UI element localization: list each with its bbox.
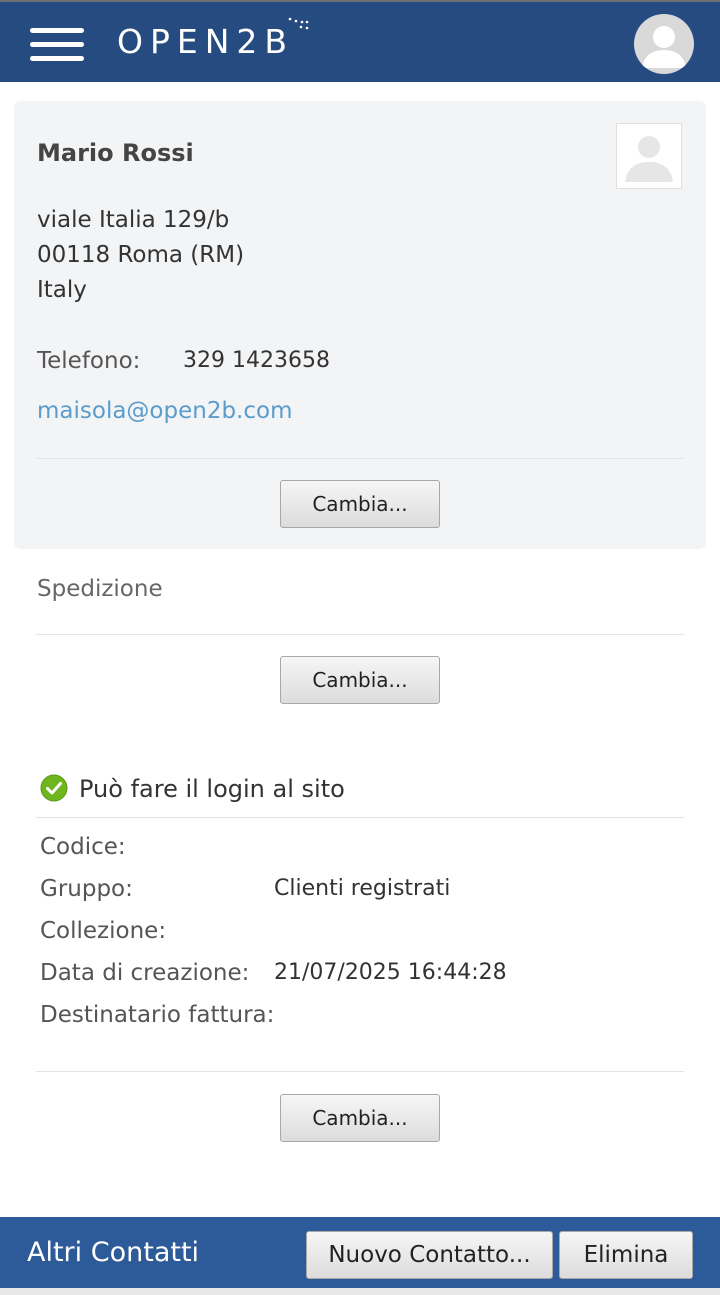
change-billing-button[interactable]: Cambia... <box>280 480 440 528</box>
hamburger-menu-icon[interactable] <box>30 26 86 64</box>
address-line-1: viale Italia 129/b <box>37 207 230 233</box>
divider <box>36 634 684 635</box>
change-account-button[interactable]: Cambia... <box>280 1094 440 1142</box>
collection-label: Collezione: <box>40 918 167 944</box>
other-contacts-title: Altri Contatti <box>27 1237 200 1268</box>
customer-photo-placeholder-icon <box>616 123 682 189</box>
divider <box>36 1071 684 1072</box>
shipping-title: Spedizione <box>37 576 163 602</box>
other-contacts-bar: Altri Contatti Nuovo Contatto... Elimina <box>0 1217 720 1295</box>
login-permission-text: Può fare il login al sito <box>79 775 345 803</box>
change-shipping-button[interactable]: Cambia... <box>280 656 440 704</box>
creation-date-value: 21/07/2025 16:44:28 <box>274 960 507 985</box>
check-circle-icon <box>40 774 68 802</box>
creation-date-label: Data di creazione: <box>40 960 250 986</box>
user-avatar-icon[interactable] <box>634 14 694 74</box>
divider <box>36 817 684 818</box>
group-label: Gruppo: <box>40 876 133 902</box>
table-header-strip <box>0 1288 720 1295</box>
logo-dots-icon <box>288 17 309 30</box>
customer-name: Mario Rossi <box>37 139 194 167</box>
invoice-recipient-label: Destinatario fattura: <box>40 1002 275 1028</box>
phone-value: 329 1423658 <box>183 348 330 373</box>
address-line-2: 00118 Roma (RM) <box>37 242 245 268</box>
new-contact-button[interactable]: Nuovo Contatto... <box>306 1231 553 1279</box>
customer-card: Mario Rossi viale Italia 129/b 00118 Rom… <box>14 101 706 549</box>
group-value: Clienti registrati <box>274 876 451 901</box>
top-header: OPEN2B <box>0 0 720 82</box>
logo: OPEN2B <box>117 22 295 61</box>
code-label: Codice: <box>40 834 126 860</box>
divider <box>36 458 684 459</box>
phone-label: Telefono: <box>37 348 141 374</box>
email-link[interactable]: maisola@open2b.com <box>37 398 293 424</box>
delete-button[interactable]: Elimina <box>559 1231 693 1279</box>
address-country: Italy <box>37 277 87 303</box>
